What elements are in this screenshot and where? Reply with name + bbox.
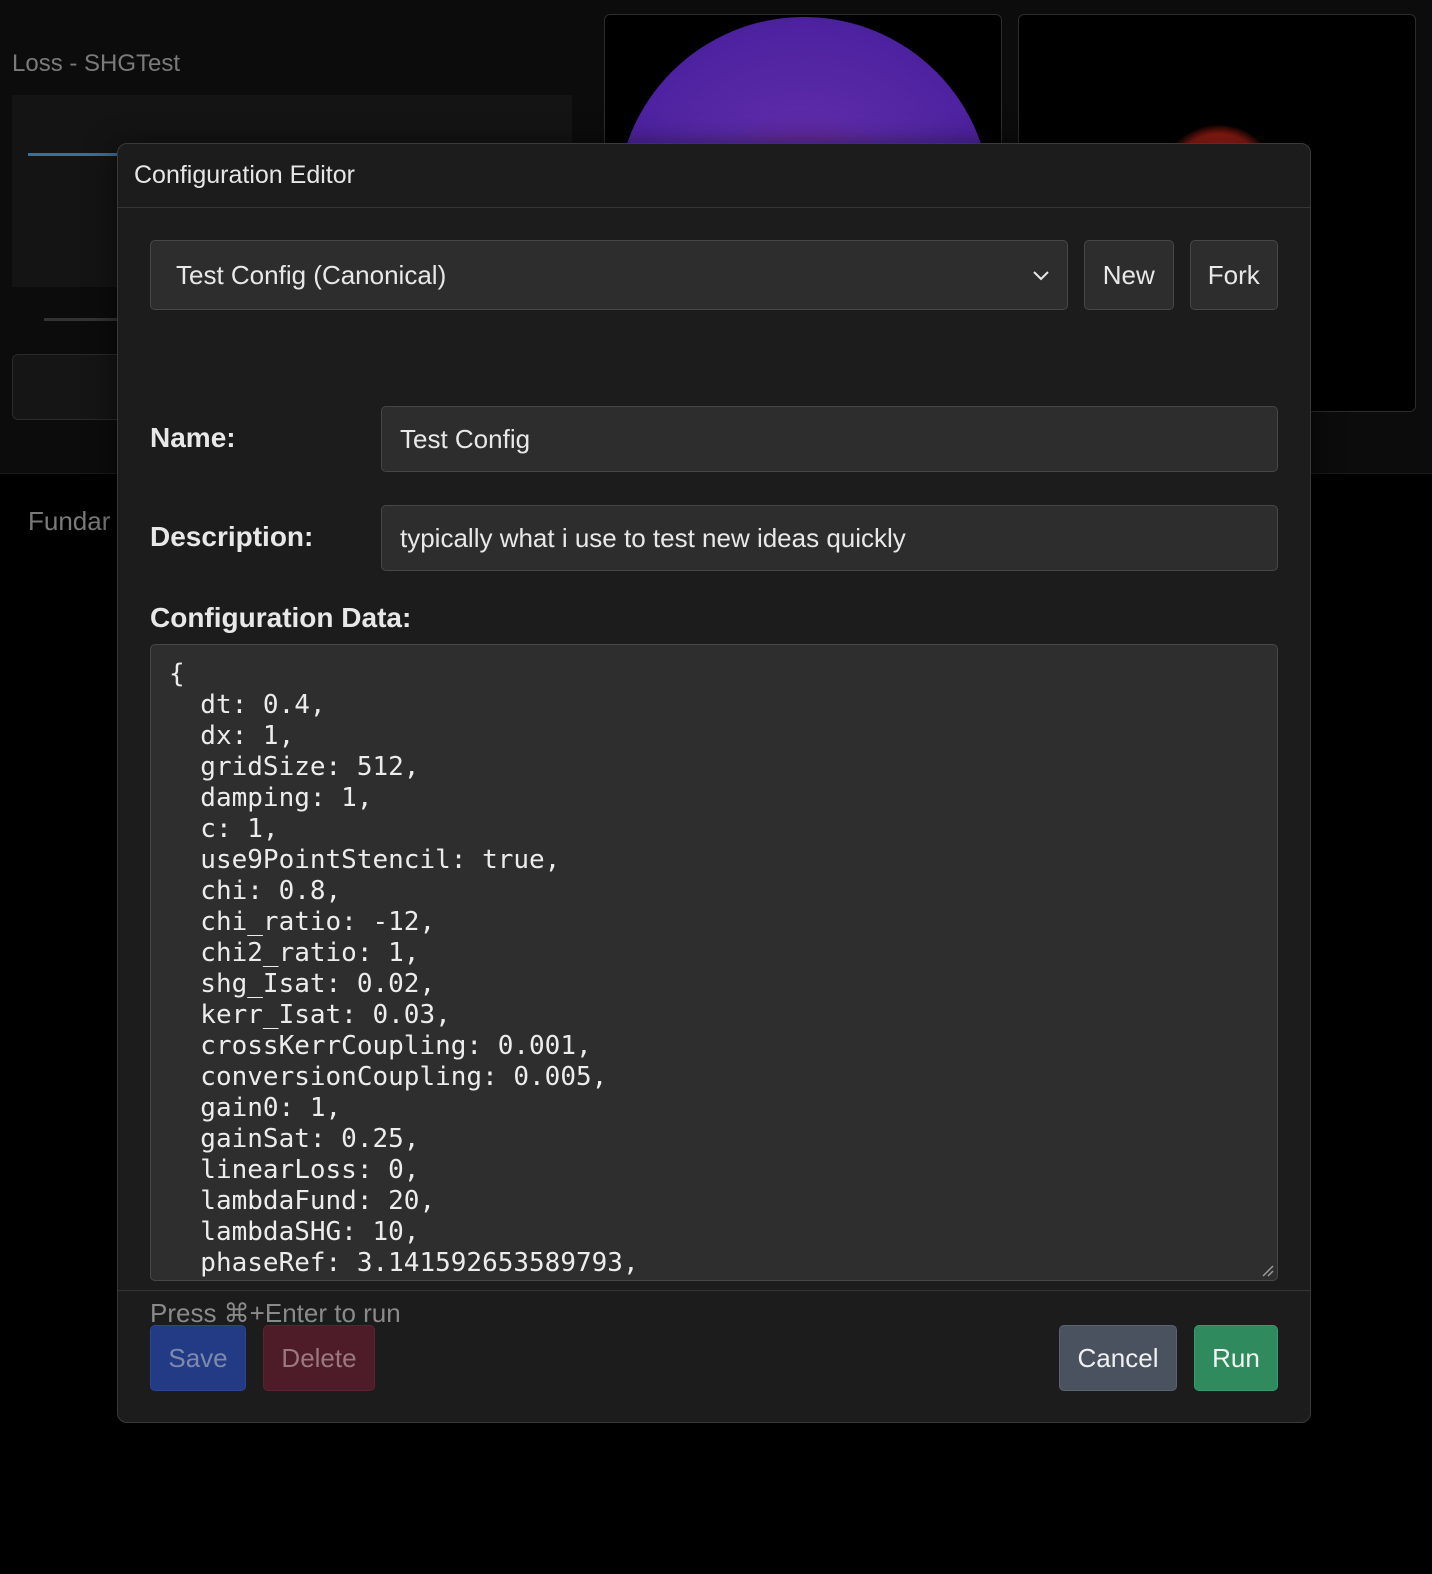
resize-handle-icon[interactable] [1260, 1263, 1274, 1277]
name-field[interactable]: Test Config [381, 406, 1278, 472]
code-line: chi: 0.8, [169, 876, 342, 906]
code-line: shg_Isat: 0.02, [169, 969, 436, 999]
code-line: crossKerrCoupling: 0.001, [169, 1031, 592, 1061]
code-line: gainSat: 0.25, [169, 1124, 420, 1154]
run-button[interactable]: Run [1194, 1325, 1278, 1391]
chevron-down-icon [1033, 271, 1049, 281]
code-line: chi2_ratio: 1, [169, 938, 420, 968]
config-select[interactable]: Test Config (Canonical) [150, 240, 1068, 310]
delete-button[interactable]: Delete [263, 1325, 375, 1391]
name-label: Name: [150, 422, 236, 453]
cancel-button[interactable]: Cancel [1059, 1325, 1177, 1391]
code-line: conversionCoupling: 0.005, [169, 1062, 608, 1092]
configuration-data-editor[interactable]: { dt: 0.4, dx: 1, gridSize: 512, damping… [150, 644, 1278, 1281]
description-label: Description: [150, 521, 314, 552]
code-line: dt: 0.4, [169, 690, 326, 720]
new-config-button[interactable]: New [1084, 240, 1174, 310]
code-line: { [169, 659, 185, 689]
description-field-value: typically what i use to test new ideas q… [400, 522, 906, 553]
code-line: c: 1, [169, 814, 279, 844]
config-select-row: Test Config (Canonical) New Fork [150, 240, 1278, 310]
loss-chart-title: Loss - SHGTest [12, 50, 181, 77]
code-line: chi_ratio: -12, [169, 907, 436, 937]
code-line: kerr_Isat: 0.03, [169, 1000, 451, 1030]
modal-footer: Save Delete Cancel Run [118, 1290, 1310, 1422]
save-button[interactable]: Save [150, 1325, 246, 1391]
configuration-editor-modal: Configuration Editor Test Config (Canoni… [117, 143, 1311, 1423]
modal-title: Configuration Editor [134, 161, 355, 189]
config-select-value: Test Config (Canonical) [176, 259, 447, 290]
modal-header: Configuration Editor [118, 144, 1310, 208]
fundamental-section-label: Fundar [28, 506, 111, 536]
code-line: gain0: 1, [169, 1093, 342, 1123]
code-line: lambdaFund: 20, [169, 1186, 436, 1216]
code-line: dx: 1, [169, 721, 295, 751]
code-line: phaseRef: 3.141592653589793, [169, 1248, 639, 1278]
name-field-value: Test Config [400, 423, 531, 454]
code-line: gridSize: 512, [169, 752, 420, 782]
configuration-data-label: Configuration Data: [150, 602, 412, 633]
code-line: use9PointStencil: true, [169, 845, 561, 875]
code-line: linearLoss: 0, [169, 1155, 420, 1185]
code-line: damping: 1, [169, 783, 373, 813]
code-line: lambdaSHG: 10, [169, 1217, 420, 1247]
description-field[interactable]: typically what i use to test new ideas q… [381, 505, 1278, 571]
fork-config-button[interactable]: Fork [1189, 240, 1278, 310]
